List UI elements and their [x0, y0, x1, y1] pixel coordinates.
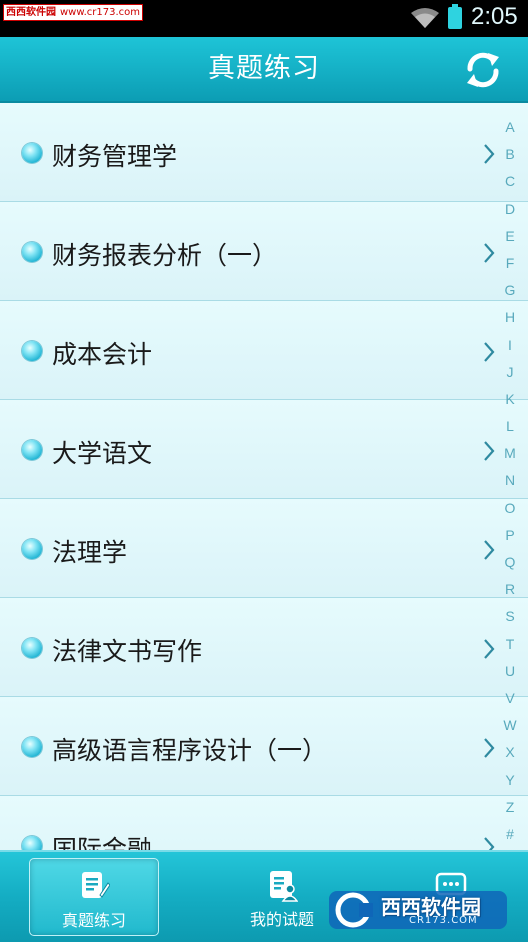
index-letter[interactable]: S — [497, 603, 523, 630]
index-letter[interactable]: W — [497, 712, 523, 739]
chevron-right-icon — [484, 540, 495, 560]
list-item-label: 高级语言程序设计（一） — [52, 736, 328, 765]
list-item-label: 财务报表分析（一） — [52, 241, 278, 270]
index-letter[interactable]: C — [497, 168, 523, 195]
index-letter[interactable]: R — [497, 576, 523, 603]
list-item[interactable]: 法理学 — [0, 499, 528, 598]
title-bar: 真题练习 — [0, 37, 528, 103]
chevron-right-icon — [484, 342, 495, 362]
status-bar: 西西软件园 www.cr173.com 2:05 — [0, 0, 528, 37]
index-letter[interactable]: T — [497, 631, 523, 658]
bullet-icon — [22, 341, 42, 361]
list-item[interactable]: 财务报表分析（一） — [0, 202, 528, 301]
watermark-badge: 西西软件园 www.cr173.com — [3, 4, 144, 21]
list-item[interactable]: 大学语文 — [0, 400, 528, 499]
list-item[interactable]: 高级语言程序设计（一） — [0, 697, 528, 796]
chevron-right-icon — [484, 738, 495, 758]
list-item-label: 成本会计 — [52, 340, 153, 369]
list-item[interactable]: 财务管理学 — [0, 103, 528, 202]
bullet-icon — [22, 836, 42, 850]
tab-label: 我的试题 — [249, 910, 314, 929]
bullet-icon — [22, 143, 42, 163]
watermark-logo: 西西软件园 CR173.COM — [329, 889, 509, 931]
index-letter[interactable]: N — [497, 467, 523, 494]
refresh-icon[interactable] — [462, 49, 504, 91]
index-letter[interactable]: L — [497, 413, 523, 440]
index-letter[interactable]: I — [497, 332, 523, 359]
tab-my-questions[interactable]: 我的试题 — [218, 858, 346, 934]
index-letter[interactable]: J — [497, 359, 523, 386]
bullet-icon — [22, 737, 42, 757]
index-letter[interactable]: Z — [497, 794, 523, 821]
list-item[interactable]: 法律文书写作 — [0, 598, 528, 697]
index-letter[interactable]: A — [497, 114, 523, 141]
page-title: 真题练习 — [208, 53, 320, 84]
index-letter[interactable]: V — [497, 685, 523, 712]
list-item[interactable]: 成本会计 — [0, 301, 528, 400]
bullet-icon — [22, 440, 42, 460]
list-item-label: 法理学 — [52, 538, 128, 567]
bullet-icon — [22, 242, 42, 262]
alphabet-index[interactable]: A B C D E F G H I J K L M N O P Q R S T U V W X Y Z # — [497, 114, 523, 848]
chevron-right-icon — [484, 441, 495, 461]
index-letter[interactable]: G — [497, 277, 523, 304]
index-letter[interactable]: D — [497, 196, 523, 223]
chevron-right-icon — [484, 243, 495, 263]
index-letter[interactable]: M — [497, 440, 523, 467]
list-item-label: 大学语文 — [52, 439, 153, 468]
index-letter[interactable]: Y — [497, 767, 523, 794]
index-letter[interactable]: X — [497, 739, 523, 766]
watermark-url: www.cr173.com — [60, 7, 141, 18]
list-item-label: 法律文书写作 — [52, 637, 203, 666]
battery-icon — [448, 4, 462, 29]
bullet-icon — [22, 638, 42, 658]
list-item-label: 国际金融 — [52, 835, 153, 850]
watermark-site-name: 西西软件园 — [6, 7, 56, 18]
index-letter[interactable]: K — [497, 386, 523, 413]
wifi-icon — [411, 8, 439, 28]
tab-label: 真题练习 — [61, 911, 126, 930]
chevron-right-icon — [484, 639, 495, 659]
index-letter[interactable]: U — [497, 658, 523, 685]
index-letter[interactable]: O — [497, 495, 523, 522]
index-letter[interactable]: # — [497, 821, 523, 848]
list-item-label: 财务管理学 — [52, 142, 178, 171]
user-document-icon — [270, 871, 298, 902]
tab-practice[interactable]: 真题练习 — [29, 858, 159, 936]
index-letter[interactable]: F — [497, 250, 523, 277]
subject-list: 财务管理学 财务报表分析（一） 成本会计 大学语文 法理学 法律文书写作 高级语… — [0, 103, 528, 850]
index-letter[interactable]: H — [497, 304, 523, 331]
bullet-icon — [22, 539, 42, 559]
index-letter[interactable]: E — [497, 223, 523, 250]
clock: 2:05 — [471, 3, 518, 30]
chevron-right-icon — [484, 837, 495, 850]
edit-document-icon — [82, 872, 110, 898]
list-item[interactable]: 国际金融 — [0, 796, 528, 850]
index-letter[interactable]: P — [497, 522, 523, 549]
index-letter[interactable]: B — [497, 141, 523, 168]
watermark-logo-url: CR173.COM — [409, 915, 478, 926]
chevron-right-icon — [484, 144, 495, 164]
index-letter[interactable]: Q — [497, 549, 523, 576]
